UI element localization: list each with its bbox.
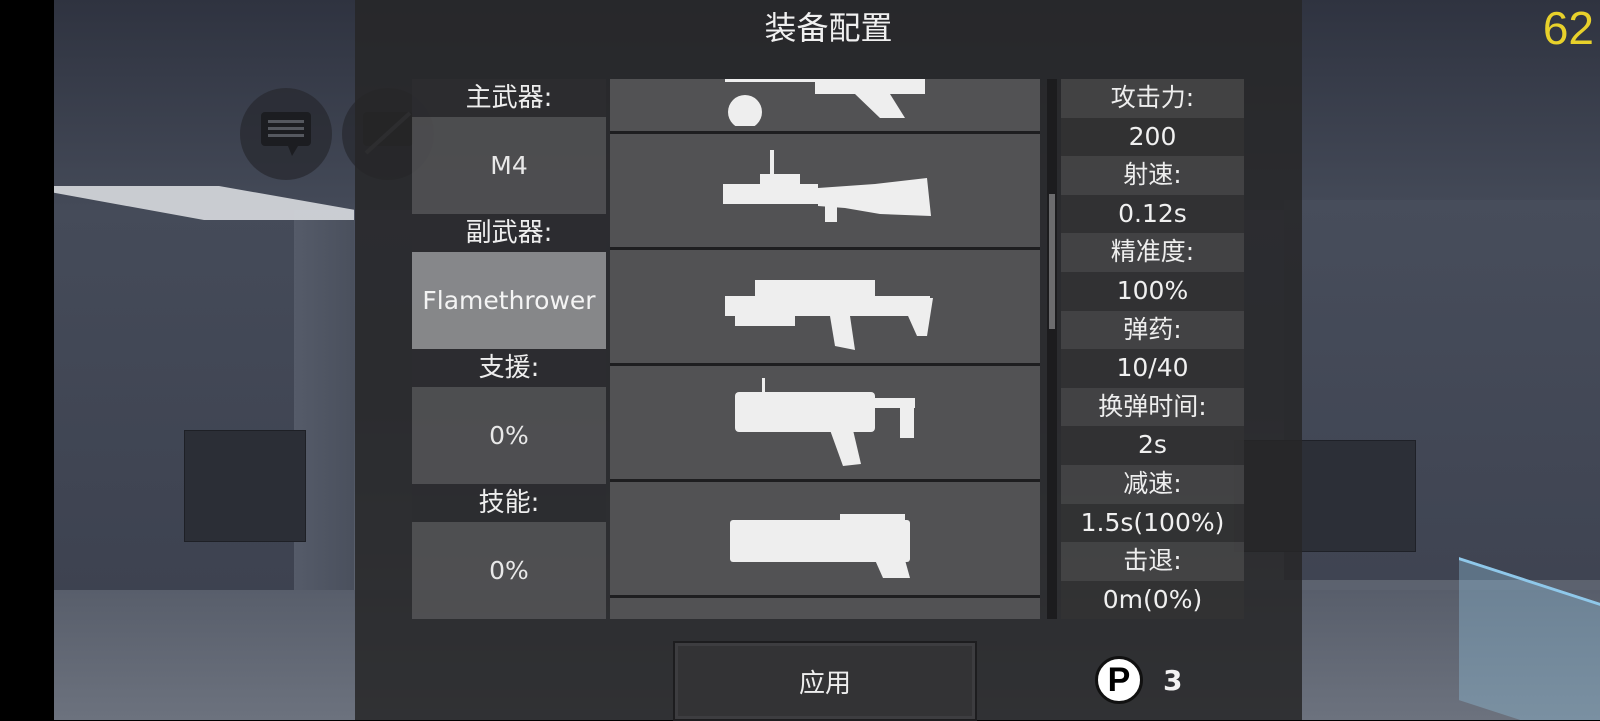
secondary-weapon-label: 副武器: <box>412 214 606 252</box>
stat-label-fire-rate: 射速: <box>1061 156 1244 195</box>
weapon-card[interactable] <box>610 595 1040 619</box>
chat-button[interactable] <box>240 88 332 180</box>
weapon-list-scrollbar[interactable] <box>1047 79 1057 619</box>
stat-value-reload: 2s <box>1061 426 1244 465</box>
stat-value-fire-rate: 0.12s <box>1061 194 1244 234</box>
stat-label-accuracy: 精准度: <box>1061 233 1244 272</box>
scene-glass-panel <box>1459 557 1600 720</box>
skill-label: 技能: <box>412 484 606 522</box>
points-icon: P <box>1095 656 1143 704</box>
primary-weapon-label: 主武器: <box>412 79 606 117</box>
stats-column: 攻击力: 200 射速: 0.12s 精准度: 100% 弹药: 10/40 换… <box>1061 79 1244 620</box>
stat-label-reload: 换弹时间: <box>1061 387 1244 427</box>
stat-label-knockback: 击退: <box>1061 542 1244 581</box>
weapon-list[interactable] <box>610 79 1040 619</box>
support-slot[interactable]: 0% <box>412 387 606 484</box>
weapon-card[interactable] <box>610 247 1040 366</box>
grenade-launcher-icon <box>735 378 915 466</box>
stat-value-knockback: 0m(0%) <box>1061 580 1244 620</box>
slot-column: 主武器: M4 副武器: Flamethrower 支援: 0% 技能: 0% <box>412 79 606 619</box>
flamethrower-icon <box>730 514 910 578</box>
stat-label-slow: 减速: <box>1061 464 1244 504</box>
points-count: 3 <box>1163 663 1183 697</box>
dialog-title: 装备配置 <box>764 9 893 47</box>
weapon-card[interactable] <box>610 131 1040 250</box>
chat-icon <box>261 112 311 156</box>
points-display: P 3 <box>1095 654 1182 706</box>
scrollbar-thumb[interactable] <box>1049 194 1055 329</box>
support-label: 支援: <box>412 349 606 387</box>
apply-button[interactable]: 应用 <box>673 641 977 721</box>
loadout-dialog: 装备配置 主武器: M4 副武器: Flamethrower 支援: 0% 技能… <box>355 0 1302 721</box>
weapon-card[interactable] <box>610 79 1040 134</box>
secondary-weapon-slot[interactable]: Flamethrower <box>412 252 606 349</box>
weapon-card[interactable] <box>610 363 1040 482</box>
stat-value-attack: 200 <box>1061 117 1244 157</box>
rifle-scoped-icon <box>725 79 925 126</box>
stat-label-ammo: 弹药: <box>1061 310 1244 350</box>
stat-value-slow: 1.5s(100%) <box>1061 503 1244 543</box>
stat-value-ammo: 10/40 <box>1061 349 1244 388</box>
fps-counter: 62 <box>1542 2 1594 54</box>
primary-weapon-slot[interactable]: M4 <box>412 117 606 214</box>
heavy-rifle-icon <box>725 280 933 350</box>
stat-value-accuracy: 100% <box>1061 271 1244 311</box>
skill-slot[interactable]: 0% <box>412 522 606 619</box>
light-machine-gun-icon <box>723 150 931 222</box>
scene-crate <box>184 430 306 542</box>
stat-label-attack: 攻击力: <box>1061 79 1244 118</box>
weapon-card[interactable] <box>610 479 1040 598</box>
